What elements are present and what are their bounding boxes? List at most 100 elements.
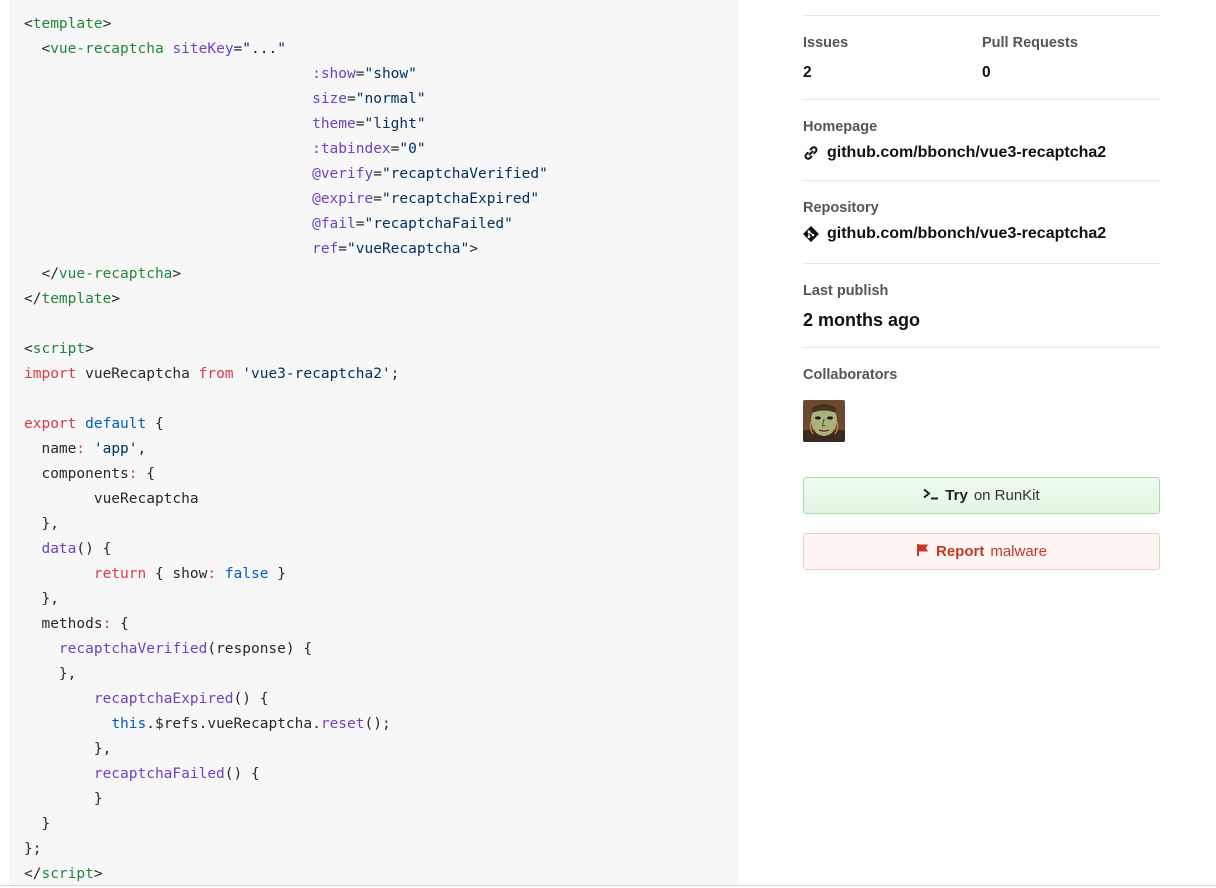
code-token: vue-recaptcha: [58, 266, 173, 282]
code-token: () {: [76, 541, 112, 557]
code-token: import: [24, 366, 77, 382]
homepage-link[interactable]: github.com/bbonch/vue3-recaptcha2: [803, 144, 1106, 162]
code-token: ;: [390, 366, 400, 382]
repository-link[interactable]: github.com/bbonch/vue3-recaptcha2: [803, 225, 1106, 243]
code-line: import vueRecaptcha from 'vue3-recaptcha…: [24, 362, 548, 387]
code-token: ();: [364, 716, 391, 732]
code-token: },: [24, 591, 59, 607]
code-token: }: [24, 791, 103, 807]
code-token: this: [111, 716, 147, 732]
code-token: >: [111, 291, 121, 307]
code-line: },: [24, 587, 548, 612]
code-token: :show: [312, 66, 356, 82]
code-line: },: [24, 737, 548, 762]
runkit-label: on RunKit: [973, 487, 1040, 504]
code-line: components: {: [24, 462, 548, 487]
code-line: methods: {: [24, 612, 548, 637]
collaborator-avatar[interactable]: [803, 400, 845, 442]
code-listing: <template> <vue-recaptcha siteKey="..." …: [24, 12, 548, 885]
report-malware-button[interactable]: Report malware: [803, 533, 1160, 570]
divider: [803, 347, 1160, 348]
code-token: { show: [146, 566, 208, 582]
code-line: <template>: [24, 12, 548, 37]
code-token: =: [373, 166, 382, 182]
code-token: recaptchaVerified: [58, 641, 208, 657]
code-token: </: [24, 266, 59, 282]
divider: [803, 263, 1160, 264]
last-publish-label: Last publish: [803, 283, 889, 299]
code-token: "0": [399, 141, 426, 157]
code-line: },: [24, 512, 548, 537]
code-line: },: [24, 662, 548, 687]
divider: [803, 99, 1160, 100]
code-token: }: [268, 566, 286, 582]
pull-requests-label: Pull Requests: [982, 35, 1078, 51]
code-line: @expire="recaptchaExpired": [24, 187, 548, 212]
code-token: @fail: [312, 216, 356, 232]
code-token: vueRecaptcha: [24, 491, 199, 507]
code-token: "recaptchaVerified": [381, 166, 548, 182]
code-line: recaptchaVerified(response) {: [24, 637, 548, 662]
code-line: return { show: false }: [24, 562, 548, 587]
code-line: </script>: [24, 862, 548, 885]
divider: [803, 180, 1160, 181]
code-line: </vue-recaptcha>: [24, 262, 548, 287]
code-token: export: [24, 416, 77, 432]
code-token: {: [111, 616, 129, 632]
code-token: "show": [364, 66, 417, 82]
code-token: :: [207, 566, 217, 582]
repository-label: Repository: [803, 200, 879, 216]
code-token: "vueRecaptcha": [347, 241, 470, 257]
code-token: vueRecaptcha: [76, 366, 199, 382]
code-token: :: [76, 441, 86, 457]
code-token: script: [32, 341, 86, 357]
code-token: template: [41, 291, 112, 307]
code-token: from: [198, 366, 234, 382]
code-line: </template>: [24, 287, 548, 312]
code-token: default: [85, 416, 147, 432]
code-token: {: [146, 416, 164, 432]
homepage-label: Homepage: [803, 119, 878, 135]
code-token: "...": [242, 41, 286, 57]
code-token: @expire: [312, 191, 374, 207]
code-line: size="normal": [24, 87, 548, 112]
pull-requests-count[interactable]: 0: [982, 64, 991, 82]
code-line: recaptchaExpired() {: [24, 687, 548, 712]
code-token: <: [24, 16, 33, 32]
repository-url[interactable]: github.com/bbonch/vue3-recaptcha2: [827, 225, 1106, 243]
code-token: recaptchaExpired: [93, 691, 234, 707]
code-line: data() {: [24, 537, 548, 562]
code-line: };: [24, 837, 548, 862]
code-token: },: [24, 516, 59, 532]
code-token: };: [24, 841, 42, 857]
code-token: "recaptchaFailed": [364, 216, 513, 232]
code-token: return: [93, 566, 147, 582]
terminal-icon: [923, 487, 939, 504]
code-line: @fail="recaptchaFailed": [24, 212, 548, 237]
code-token: >: [172, 266, 182, 282]
link-icon: [803, 145, 819, 161]
code-line: }: [24, 812, 548, 837]
code-block: <template> <vue-recaptcha siteKey="..." …: [9, 0, 739, 885]
issues-count[interactable]: 2: [803, 64, 812, 82]
code-token: "normal": [355, 91, 426, 107]
code-line: :show="show": [24, 62, 548, 87]
homepage-url[interactable]: github.com/bbonch/vue3-recaptcha2: [827, 144, 1106, 162]
code-line: ref="vueRecaptcha">: [24, 237, 548, 262]
collaborators-label: Collaborators: [803, 367, 898, 383]
try-on-runkit-button[interactable]: Try on RunKit: [803, 477, 1160, 514]
code-line: theme="light": [24, 112, 548, 137]
code-token: ,: [137, 441, 147, 457]
